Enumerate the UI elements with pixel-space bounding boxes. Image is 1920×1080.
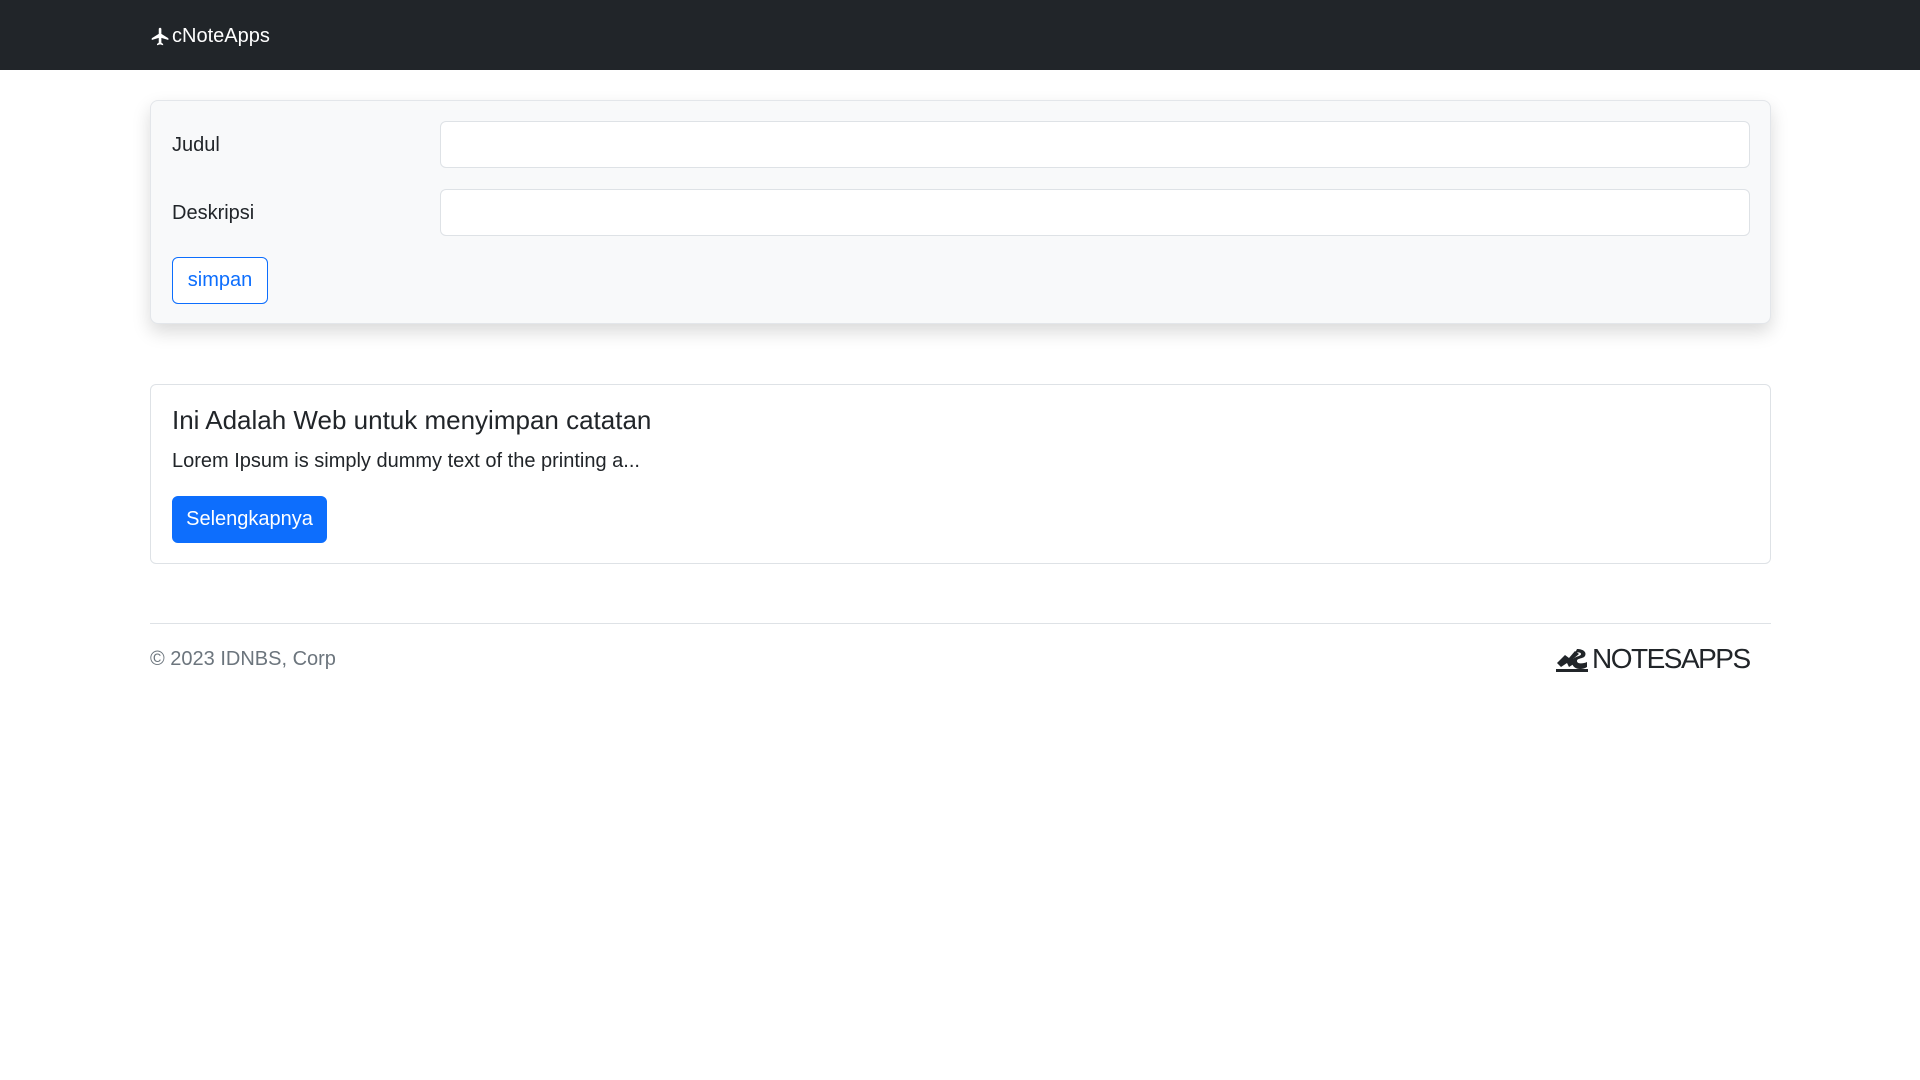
footer-divider [150, 623, 1771, 624]
save-button[interactable]: simpan [172, 257, 268, 304]
airplane-icon [151, 27, 169, 45]
top-navbar: cNoteApps [0, 0, 1920, 70]
copyright-text: © 2023 IDNBS, Corp [150, 648, 336, 670]
footer-logo-text: NOTESAPPS [1592, 643, 1751, 674]
note-title: Ini Adalah Web untuk menyimpan catatan [172, 405, 652, 435]
read-more-button[interactable]: Selengkapnya [172, 496, 327, 543]
title-label: Judul [172, 134, 220, 156]
brand-link[interactable]: cNoteApps [150, 20, 270, 52]
description-label: Deskripsi [172, 202, 255, 224]
note-excerpt: Lorem Ipsum is simply dummy text of the … [172, 450, 640, 472]
description-input[interactable] [440, 189, 1750, 236]
brand-label: cNoteApps [172, 24, 270, 47]
notesapps-logo-icon [1556, 649, 1588, 672]
title-input[interactable] [440, 121, 1750, 168]
footer-logo[interactable]: NOTESAPPS [1555, 643, 1751, 675]
note-card: Ini Adalah Web untuk menyimpan catatan L… [150, 384, 1771, 564]
note-form-card: Judul Deskripsi simpan [150, 100, 1771, 324]
